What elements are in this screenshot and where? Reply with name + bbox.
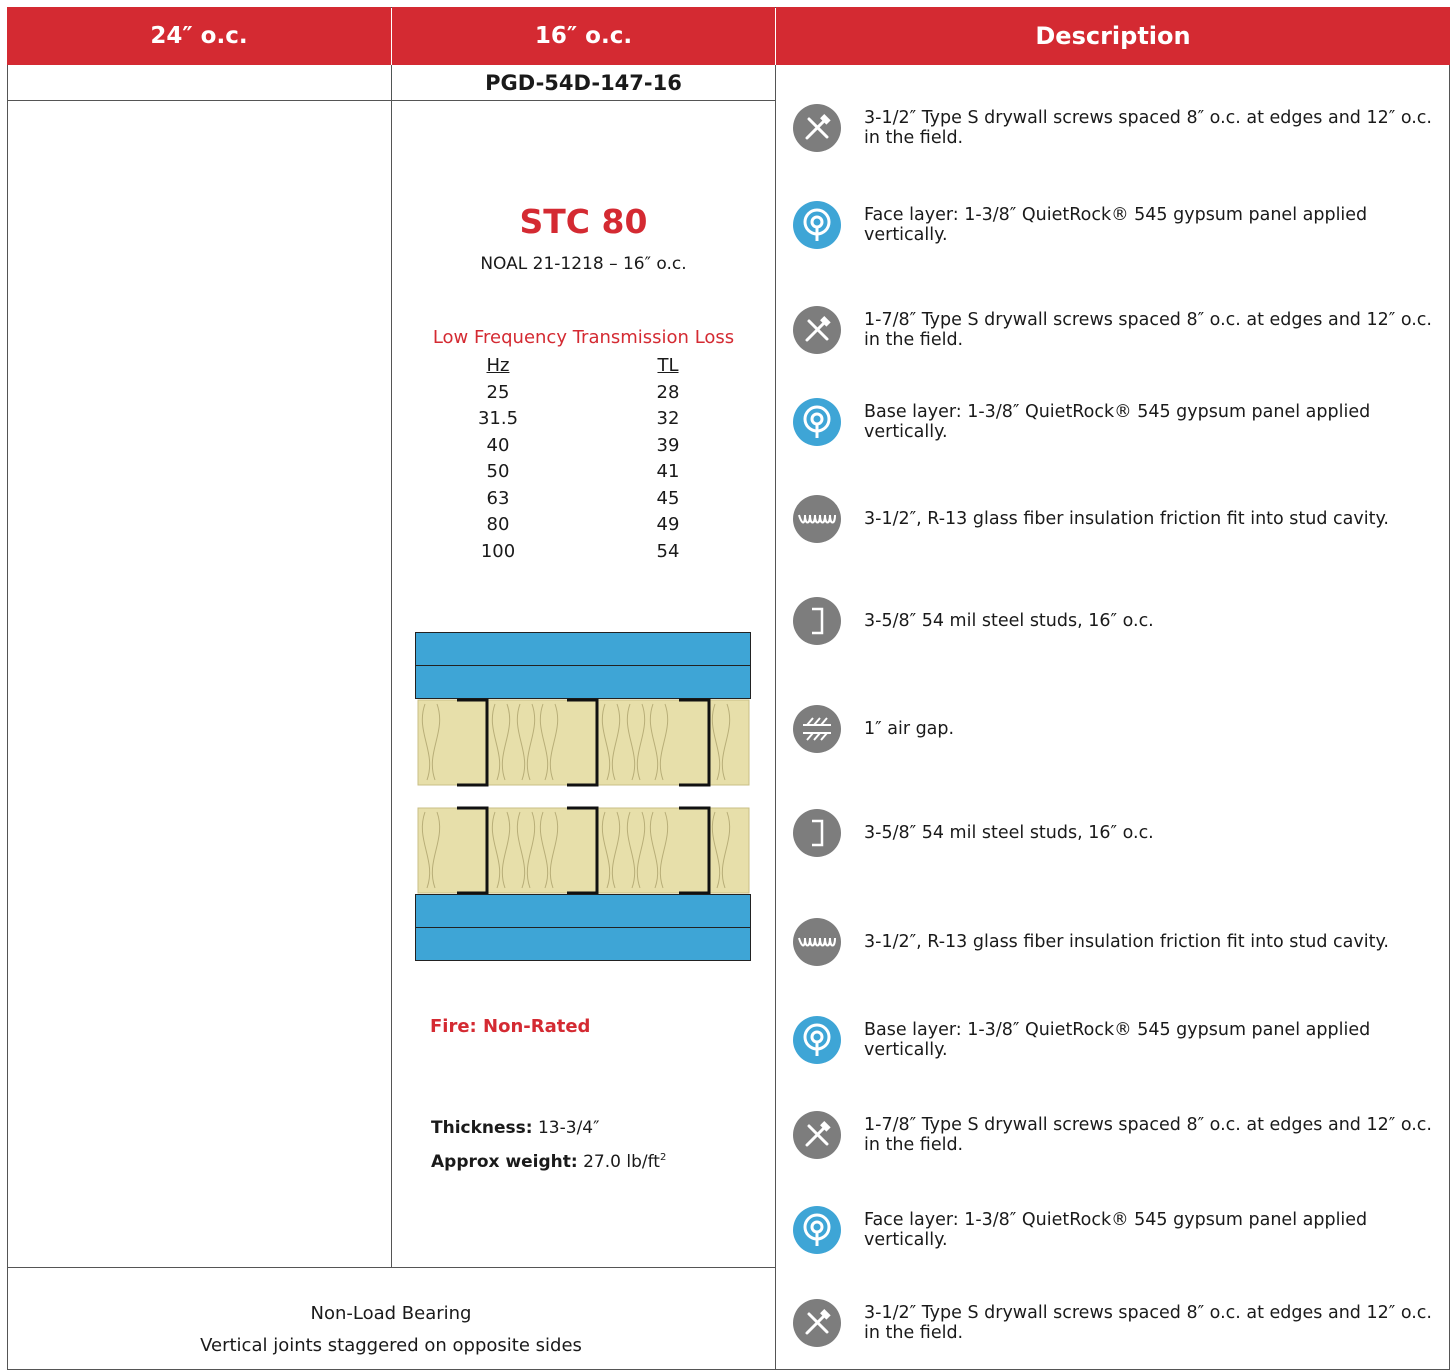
screw-tools-icon (793, 104, 841, 152)
weight-value: 27.0 lb/ft (583, 1152, 660, 1172)
note-load-bearing: Non-Load Bearing (310, 1303, 472, 1324)
screw-tools-icon (793, 1299, 841, 1347)
lf-hz-value: 100 (480, 540, 516, 562)
description-text: 3-5/8″ 54 mil steel studs, 16″ o.c. (864, 823, 1154, 843)
lf-tl-title: Low Frequency Transmission Loss (432, 327, 735, 348)
description-text: Base layer: 1-3/8″ QuietRock® 545 gypsum… (864, 402, 1371, 442)
description-text: 3-1/2″ Type S drywall screws spaced 8″ o… (864, 1303, 1432, 1343)
weight-label: Approx weight: (431, 1152, 578, 1172)
divider-notes-row (7, 1267, 775, 1268)
description-row: 1″ air gap. (776, 699, 1450, 759)
stc-rating: STC 80 (519, 202, 648, 241)
divider-code-row (7, 100, 775, 101)
description-row: Face layer: 1-3/8″ QuietRock® 545 gypsum… (776, 1200, 1450, 1260)
lf-tl-value: 41 (656, 461, 680, 482)
top-insulation (417, 699, 750, 786)
steel-stud-icon (793, 809, 841, 857)
header-16-oc: 16″ o.c. (392, 7, 775, 65)
note-joints: Vertical joints staggered on opposite si… (200, 1335, 582, 1356)
thickness: Thickness: 13-3/4″ (431, 1118, 599, 1138)
lf-tl-value: 28 (656, 381, 680, 403)
lf-tl-header: TL (657, 355, 679, 376)
lf-tl-value: 39 (656, 434, 680, 456)
gypsum-panel-icon (793, 398, 841, 446)
insulation-icon (793, 918, 841, 966)
description-text: 3-1/2″, R-13 glass fiber insulation fric… (864, 509, 1389, 529)
description-row: 1-7/8″ Type S drywall screws spaced 8″ o… (776, 300, 1450, 360)
bottom-base-panel (415, 894, 751, 928)
lf-tl-value: 32 (656, 408, 680, 429)
assembly-notes: Non-Load Bearing Vertical joints stagger… (7, 1298, 775, 1362)
lf-hz-value: 50 (486, 461, 510, 482)
thickness-label: Thickness: (431, 1118, 533, 1138)
thickness-value: 13-3/4″ (537, 1118, 600, 1138)
wall-section-diagram (415, 632, 751, 961)
description-text: Face layer: 1-3/8″ QuietRock® 545 gypsum… (864, 205, 1368, 245)
lf-hz-value: 31.5 (477, 408, 519, 429)
top-face-panel (415, 632, 751, 666)
description-text: 1-7/8″ Type S drywall screws spaced 8″ o… (864, 1115, 1432, 1155)
description-row: 3-1/2″ Type S drywall screws spaced 8″ o… (776, 1293, 1450, 1353)
assembly-code: PGD-54D-147-16 (485, 71, 682, 95)
fire-rating: Fire: Non-Rated (430, 1016, 591, 1037)
air-gap-icon (793, 705, 841, 753)
lf-hz-value: 63 (486, 487, 510, 509)
gypsum-panel-icon (793, 201, 841, 249)
description-text: Face layer: 1-3/8″ QuietRock® 545 gypsum… (864, 1210, 1368, 1250)
divider-col1 (391, 65, 392, 1267)
description-row: 3-5/8″ 54 mil steel studs, 16″ o.c. (776, 591, 1450, 651)
top-base-panel (415, 665, 751, 699)
description-row: Face layer: 1-3/8″ QuietRock® 545 gypsum… (776, 195, 1450, 255)
header-24-oc: 24″ o.c. (7, 7, 391, 65)
noal-reference: NOAL 21-1218 – 16″ o.c. (480, 254, 687, 274)
description-row: 3-1/2″ Type S drywall screws spaced 8″ o… (776, 98, 1450, 158)
bottom-face-panel (415, 927, 751, 961)
lf-tl-value: 54 (656, 540, 680, 562)
lf-tl-value: 49 (656, 514, 680, 535)
description-row: Base layer: 1-3/8″ QuietRock® 545 gypsum… (776, 1010, 1450, 1070)
approx-weight: Approx weight: 27.0 lb/ft2 (431, 1152, 666, 1172)
lf-hz-column: Hz 25 31.5 40 50 63 80 100 (463, 353, 533, 565)
description-text: 1″ air gap. (864, 719, 955, 739)
header-description: Description (776, 7, 1450, 65)
insulation-icon (793, 495, 841, 543)
gypsum-panel-icon (793, 1016, 841, 1064)
description-text: Base layer: 1-3/8″ QuietRock® 545 gypsum… (864, 1020, 1371, 1060)
gypsum-panel-icon (793, 1206, 841, 1254)
description-row: 3-1/2″, R-13 glass fiber insulation fric… (776, 912, 1450, 972)
description-row: 1-7/8″ Type S drywall screws spaced 8″ o… (776, 1105, 1450, 1165)
weight-unit-superscript: 2 (659, 1152, 667, 1163)
lf-tl-value: 45 (656, 487, 680, 509)
description-text: 3-5/8″ 54 mil steel studs, 16″ o.c. (864, 611, 1154, 631)
screw-tools-icon (793, 1111, 841, 1159)
screw-tools-icon (793, 306, 841, 354)
lf-hz-value: 80 (486, 514, 510, 535)
description-row: Base layer: 1-3/8″ QuietRock® 545 gypsum… (776, 392, 1450, 452)
description-text: 3-1/2″, R-13 glass fiber insulation fric… (864, 932, 1389, 952)
lf-tl-column: TL 28 32 39 41 45 49 54 (633, 353, 703, 565)
description-row: 3-1/2″, R-13 glass fiber insulation fric… (776, 489, 1450, 549)
lf-hz-value: 40 (486, 434, 510, 456)
lf-hz-value: 25 (486, 381, 510, 403)
steel-stud-icon (793, 597, 841, 645)
lf-hz-header: Hz (486, 355, 510, 376)
bottom-insulation (417, 807, 750, 894)
description-row: 3-5/8″ 54 mil steel studs, 16″ o.c. (776, 803, 1450, 863)
description-text: 3-1/2″ Type S drywall screws spaced 8″ o… (864, 108, 1432, 148)
description-text: 1-7/8″ Type S drywall screws spaced 8″ o… (864, 310, 1432, 350)
